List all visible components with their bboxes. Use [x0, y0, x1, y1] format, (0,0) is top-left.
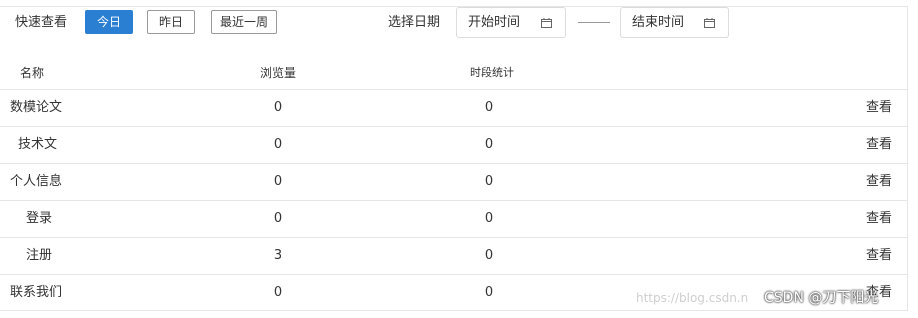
table-row: 技术文 0 0 查看: [0, 127, 908, 164]
today-button[interactable]: 今日: [85, 10, 133, 34]
table-header: 名称 浏览量 时段统计: [0, 58, 908, 90]
row-name: 登录: [26, 211, 53, 226]
view-link[interactable]: 查看: [866, 137, 892, 153]
table-row: 个人信息 0 0 查看: [0, 164, 908, 201]
start-date-placeholder: 开始时间: [468, 15, 521, 30]
date-range-separator: [578, 22, 610, 23]
row-name: 数模论文: [10, 100, 63, 115]
watermark-brand: CSDN @刀下阳光: [764, 290, 879, 306]
watermark-url: https://blog.csdn.n: [636, 291, 749, 305]
filter-toolbar: 快速查看 今日 昨日 最近一周 选择日期 开始时间 结束时间: [0, 0, 918, 46]
row-views: 0: [273, 137, 283, 152]
row-views: 0: [273, 285, 283, 300]
end-date-placeholder: 结束时间: [632, 15, 685, 30]
row-period-stat: 0: [484, 285, 494, 300]
quick-view-label: 快速查看: [15, 15, 68, 30]
table-row: 数模论文 0 0 查看: [0, 90, 908, 127]
calendar-icon: [704, 18, 715, 28]
header-period-stats: 时段统计: [470, 66, 514, 79]
end-date-input[interactable]: 结束时间: [620, 7, 729, 38]
table-row: 登录 0 0 查看: [0, 201, 908, 238]
row-period-stat: 0: [484, 137, 494, 152]
header-name: 名称: [20, 66, 45, 80]
row-views: 0: [273, 174, 283, 189]
view-link[interactable]: 查看: [866, 248, 892, 264]
select-date-label: 选择日期: [388, 15, 441, 30]
start-date-input[interactable]: 开始时间: [456, 7, 566, 38]
row-period-stat: 0: [484, 174, 494, 189]
header-views: 浏览量: [260, 66, 297, 80]
row-views: 3: [273, 248, 283, 263]
last-week-button[interactable]: 最近一周: [211, 10, 277, 34]
view-link[interactable]: 查看: [866, 211, 892, 227]
view-link[interactable]: 查看: [866, 100, 892, 116]
row-period-stat: 0: [484, 248, 494, 263]
calendar-icon: [541, 18, 552, 28]
row-views: 0: [273, 211, 283, 226]
row-views: 0: [273, 100, 283, 115]
row-period-stat: 0: [484, 211, 494, 226]
row-period-stat: 0: [484, 100, 494, 115]
row-name: 个人信息: [10, 174, 63, 189]
view-link[interactable]: 查看: [866, 174, 892, 190]
table-row: 注册 3 0 查看: [0, 238, 908, 275]
row-name: 注册: [26, 248, 53, 263]
row-name: 联系我们: [10, 285, 63, 300]
yesterday-button[interactable]: 昨日: [147, 10, 195, 34]
row-name: 技术文: [18, 137, 58, 152]
